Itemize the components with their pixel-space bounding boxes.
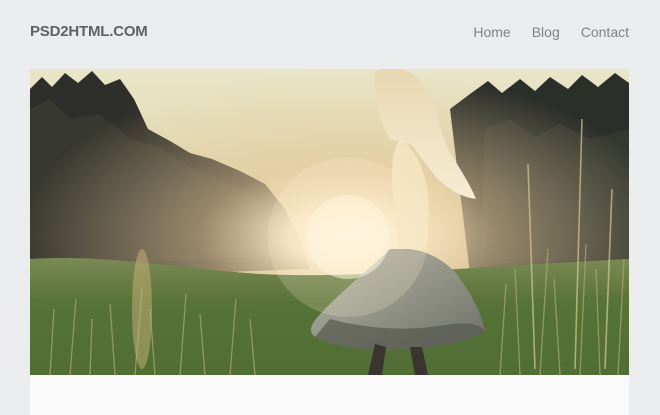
site-header: PSD2HTML.COM Home Blog Contact bbox=[0, 0, 660, 68]
site-logo[interactable]: PSD2HTML.COM bbox=[30, 23, 148, 40]
main-nav: Home Blog Contact bbox=[473, 24, 629, 40]
nav-contact-link[interactable]: Contact bbox=[581, 24, 629, 40]
hero-photo bbox=[30, 69, 629, 375]
nav-home-link[interactable]: Home bbox=[473, 24, 510, 40]
hero-image bbox=[30, 69, 629, 375]
content-card bbox=[30, 375, 629, 415]
nav-blog-link[interactable]: Blog bbox=[532, 24, 560, 40]
